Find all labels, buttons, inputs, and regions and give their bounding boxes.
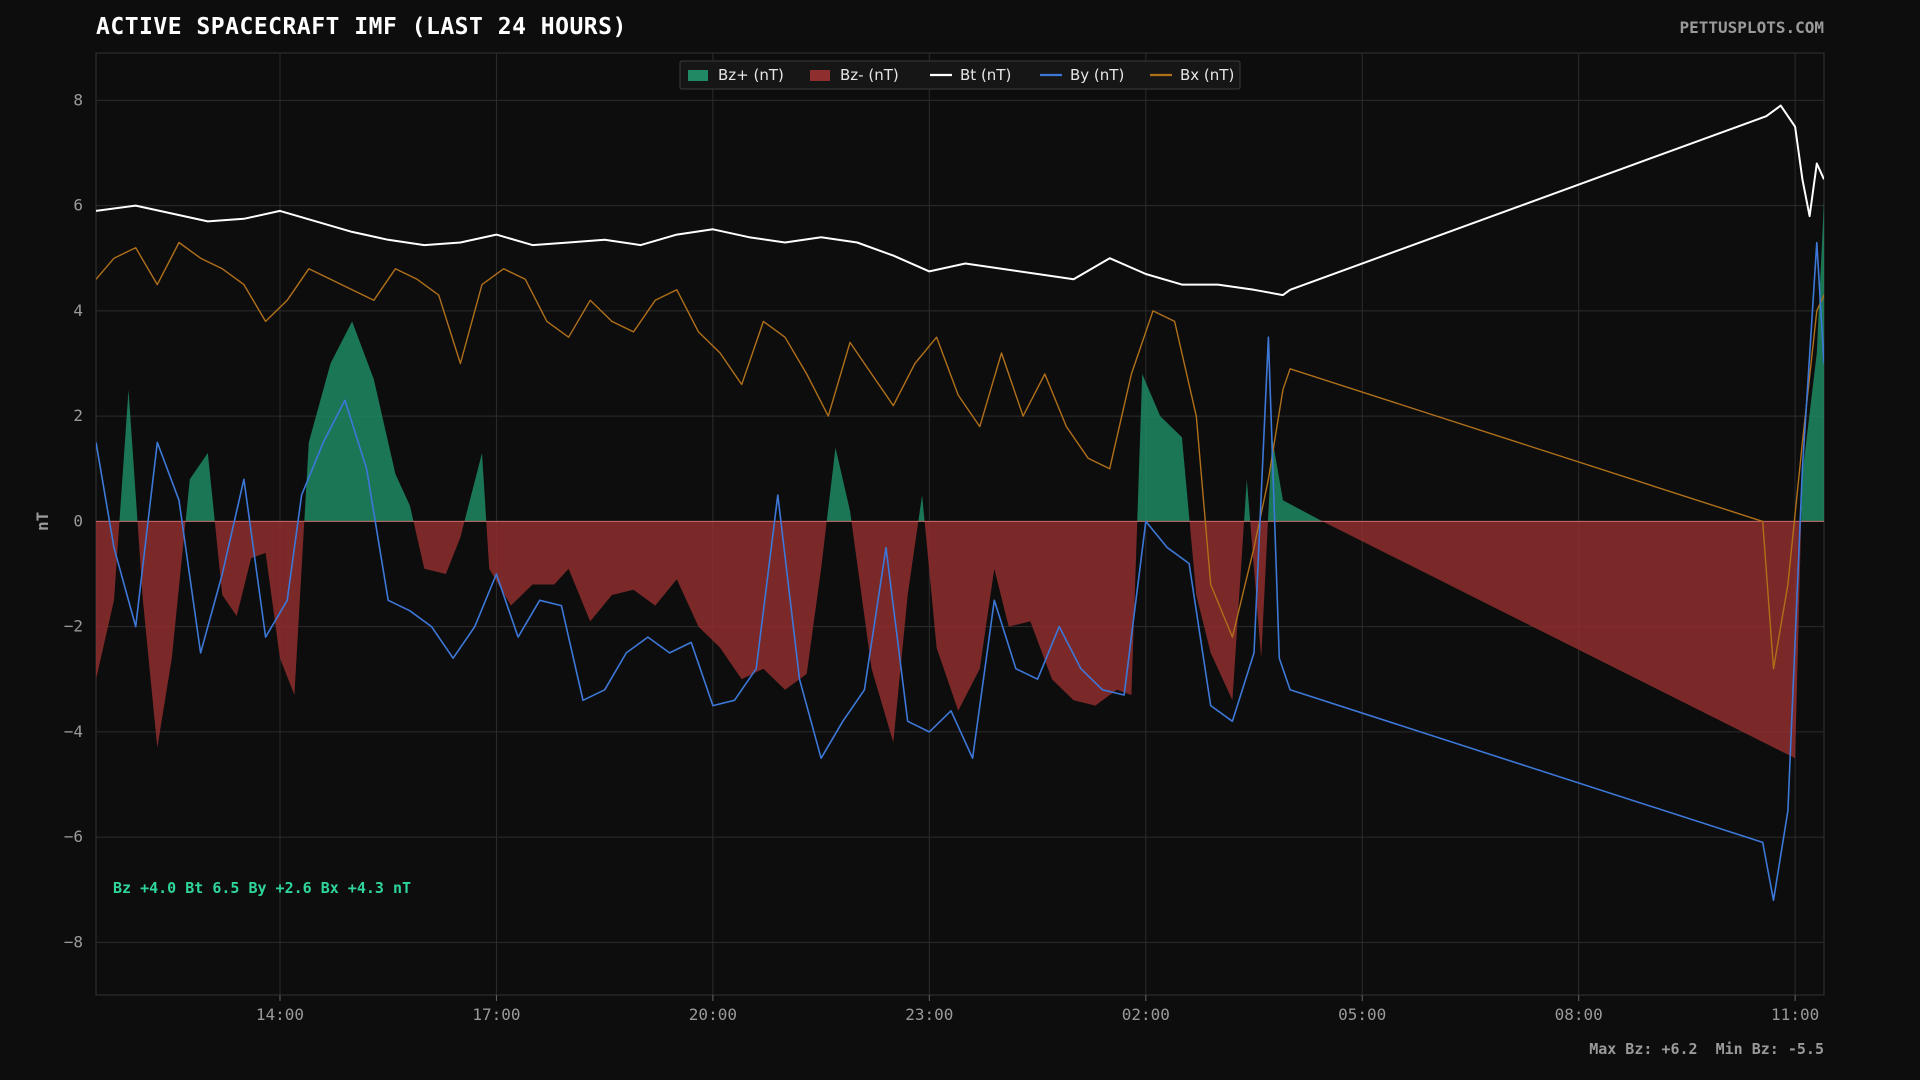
- x-tick-label: 05:00: [1338, 1005, 1386, 1024]
- legend-label: Bx (nT): [1180, 66, 1234, 84]
- y-tick-label: −6: [64, 827, 83, 846]
- legend-label: By (nT): [1070, 66, 1124, 84]
- legend-label: Bz+ (nT): [718, 66, 784, 84]
- imf-chart: 8 6 4 2 0 −2 −4 −6 −8 14:00 17:00 20:00 23:00 02:00 05…: [33, 52, 1825, 1024]
- y-tick-label: 4: [73, 301, 83, 320]
- x-tick-label: 17:00: [472, 1005, 520, 1024]
- series-layer: [96, 104, 1824, 902]
- legend-label: Bz- (nT): [840, 66, 899, 84]
- y-tick-label: 6: [73, 196, 83, 215]
- y-axis-label: nT: [33, 512, 52, 531]
- legend-swatch: [688, 70, 708, 81]
- y-tick-label: 2: [73, 406, 83, 425]
- y-tick-label: 8: [73, 90, 83, 109]
- x-tick-label: 11:00: [1771, 1005, 1819, 1024]
- y-tick-label: −4: [64, 722, 83, 741]
- current-values-readout: Bz +4.0 Bt 6.5 By +2.6 Bx +4.3 nT: [113, 879, 411, 897]
- x-tick-label: 20:00: [689, 1005, 737, 1024]
- y-tick-label: −2: [64, 617, 83, 636]
- y-tick-label: −8: [64, 932, 83, 951]
- legend: Bz+ (nT) Bz- (nT) Bt (nT) By (nT) Bx (nT): [679, 60, 1241, 90]
- legend-swatch: [810, 70, 830, 81]
- y-tick-label: 0: [73, 511, 83, 530]
- bt-line: [96, 104, 1824, 297]
- x-tick-label: 02:00: [1122, 1005, 1170, 1024]
- legend-label: Bt (nT): [960, 66, 1011, 84]
- x-tick-label: 14:00: [256, 1005, 304, 1024]
- x-tick-label: 23:00: [905, 1005, 953, 1024]
- x-tick-label: 08:00: [1555, 1005, 1603, 1024]
